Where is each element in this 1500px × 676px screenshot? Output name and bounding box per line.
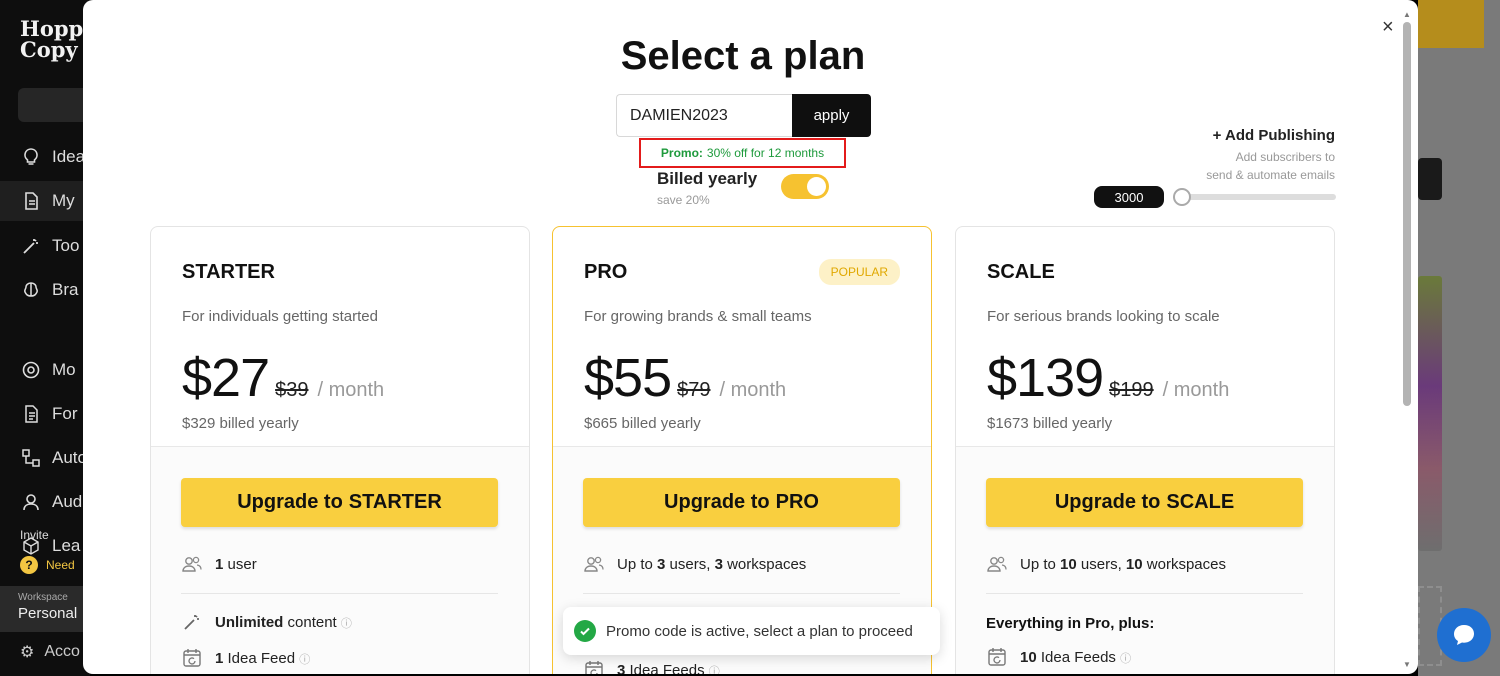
- gear-icon: ⚙: [20, 644, 35, 661]
- promo-code-input[interactable]: [616, 94, 792, 137]
- plan-price-row: $55 $79 / month: [584, 347, 901, 409]
- upgrade-starter-button[interactable]: Upgrade to STARTER: [181, 478, 498, 527]
- feature-idea-feed: 3 Idea Feeds ⓘ: [583, 659, 901, 674]
- modal-scrollbar[interactable]: ▲ ▼: [1402, 10, 1412, 669]
- background-sidebar: Hopp Copy Idea My Too Bra Mo For Auto Au…: [0, 0, 98, 676]
- users-icon: [181, 553, 203, 575]
- billing-yearly-toggle[interactable]: [781, 174, 829, 199]
- flow-icon: [20, 447, 42, 469]
- at-sign-icon: [20, 359, 42, 381]
- scrollbar-thumb[interactable]: [1403, 22, 1411, 406]
- select-plan-modal: ▲ ▼ × Select a plan apply Promo: 30% off…: [83, 0, 1418, 674]
- users-icon: [986, 553, 1008, 575]
- invite-link[interactable]: Invite: [20, 528, 49, 542]
- info-icon[interactable]: ⓘ: [1120, 653, 1131, 665]
- modal-title: Select a plan: [620, 34, 866, 78]
- chat-icon: [1454, 625, 1474, 645]
- check-circle-icon: [574, 620, 596, 642]
- scroll-down-arrow-icon[interactable]: ▼: [1402, 660, 1412, 669]
- help-link[interactable]: ? Need: [20, 556, 75, 574]
- plan-price-period: / month: [317, 379, 385, 401]
- plan-yearly-total: $665 billed yearly: [584, 415, 701, 432]
- billing-save-label: save 20%: [657, 193, 710, 207]
- background-image: [1418, 276, 1442, 551]
- plan-price-period: / month: [719, 379, 787, 401]
- plan-old-price: $199: [1109, 379, 1154, 401]
- plan-price: $139: [987, 348, 1104, 408]
- background-banner: [1418, 0, 1484, 48]
- calendar-refresh-icon: [583, 659, 605, 674]
- nav-item-brand[interactable]: Bra: [20, 279, 78, 301]
- magic-wand-icon: [181, 611, 203, 633]
- plan-name: SCALE: [987, 261, 1055, 283]
- divider: [986, 593, 1303, 594]
- plan-description: For individuals getting started: [182, 308, 378, 325]
- lightbulb-icon: [20, 146, 42, 168]
- feature-idea-feed: 10 Idea Feeds ⓘ: [986, 646, 1304, 668]
- nav-item-monitor[interactable]: Mo: [20, 359, 76, 381]
- plan-price: $55: [584, 348, 672, 408]
- billing-period-label: Billed yearly: [657, 169, 758, 188]
- user-icon: [20, 491, 42, 513]
- feature-idea-feed: 1 Idea Feed ⓘ: [181, 647, 499, 669]
- plan-price: $27: [182, 348, 270, 408]
- feature-content: Unlimited content ⓘ: [181, 611, 499, 633]
- plan-price-period: / month: [1162, 379, 1230, 401]
- add-publishing-title: + Add Publishing: [1212, 127, 1335, 144]
- scroll-up-arrow-icon[interactable]: ▲: [1402, 10, 1412, 19]
- feature-users: 1 user: [181, 553, 499, 575]
- plan-price-row: $139 $199 / month: [987, 347, 1304, 409]
- background-main-content: [1418, 0, 1500, 676]
- document-icon: [20, 190, 42, 212]
- popular-badge: POPULAR: [818, 259, 900, 285]
- apply-button[interactable]: apply: [792, 94, 871, 137]
- plan-yearly-total: $329 billed yearly: [182, 415, 299, 432]
- question-icon: ?: [20, 556, 38, 574]
- nav-item-ideas[interactable]: Idea: [20, 146, 85, 168]
- upgrade-pro-button[interactable]: Upgrade to PRO: [583, 478, 900, 527]
- upgrade-scale-button[interactable]: Upgrade to SCALE: [986, 478, 1303, 527]
- app-logo: Hopp Copy: [20, 16, 84, 62]
- plan-yearly-total: $1673 billed yearly: [987, 415, 1113, 432]
- plan-old-price: $39: [275, 379, 309, 401]
- add-publishing-description: Add subscribers to send & automate email…: [1206, 150, 1335, 182]
- promo-status-note: Promo: 30% off for 12 months: [639, 138, 846, 168]
- account-link[interactable]: ⚙ Acco: [20, 642, 80, 662]
- info-icon[interactable]: ⓘ: [709, 666, 720, 675]
- nav-item-my-content[interactable]: My: [0, 181, 90, 221]
- nav-item-forms[interactable]: For: [20, 403, 78, 425]
- plan-card-starter: STARTER For individuals getting started …: [150, 226, 530, 674]
- info-icon[interactable]: ⓘ: [299, 654, 310, 666]
- nav-item-audience[interactable]: Aud: [20, 491, 82, 513]
- users-icon: [583, 553, 605, 575]
- calendar-refresh-icon: [986, 646, 1008, 668]
- background-button: [1418, 158, 1442, 200]
- subscribers-slider-value: 3000: [1094, 186, 1164, 208]
- magic-wand-icon: [20, 235, 42, 257]
- subscribers-slider-handle[interactable]: [1173, 188, 1191, 206]
- plan-card-scale: SCALE For serious brands looking to scal…: [955, 226, 1335, 674]
- info-icon[interactable]: ⓘ: [341, 618, 352, 630]
- brain-icon: [20, 279, 42, 301]
- form-icon: [20, 403, 42, 425]
- nav-item-automations[interactable]: Auto: [20, 447, 87, 469]
- plan-description: For serious brands looking to scale: [987, 308, 1220, 325]
- plan-name: STARTER: [182, 261, 275, 283]
- plan-price-row: $27 $39 / month: [182, 347, 499, 409]
- everything-in-pro-heading: Everything in Pro, plus:: [986, 615, 1155, 632]
- plan-description: For growing brands & small teams: [584, 308, 812, 325]
- promo-active-toast: Promo code is active, select a plan to p…: [563, 607, 940, 655]
- feature-users: Up to 10 users, 10 workspaces: [986, 553, 1304, 575]
- calendar-refresh-icon: [181, 647, 203, 669]
- plan-old-price: $79: [677, 379, 711, 401]
- divider: [181, 593, 498, 594]
- chat-support-button[interactable]: [1437, 608, 1491, 662]
- nav-item-tools[interactable]: Too: [20, 235, 79, 257]
- feature-users: Up to 3 users, 3 workspaces: [583, 553, 901, 575]
- subscribers-slider-track[interactable]: [1173, 194, 1336, 200]
- workspace-switcher[interactable]: Workspace Personal: [0, 586, 90, 632]
- toggle-knob: [807, 177, 826, 196]
